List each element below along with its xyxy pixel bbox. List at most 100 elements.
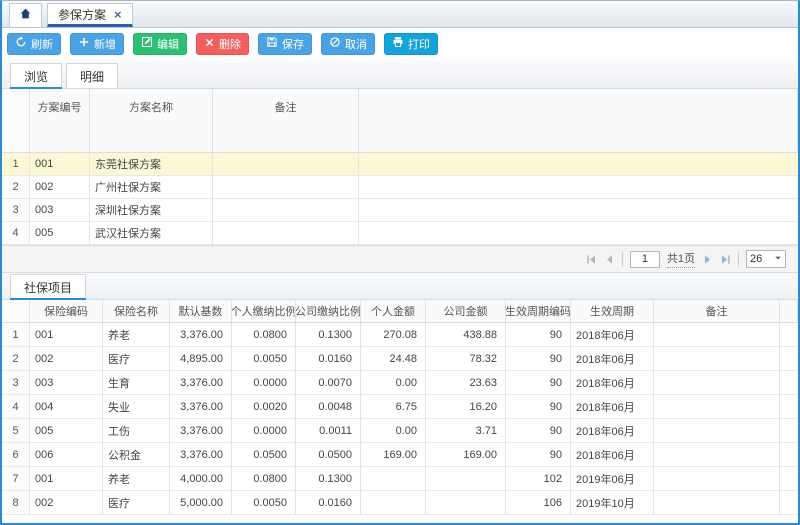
period-cell[interactable]: 2018年06月 bbox=[571, 323, 654, 346]
personal-ratio-cell[interactable]: 0.0500 bbox=[232, 443, 296, 466]
plan-table-row[interactable]: 1001东莞社保方案 bbox=[2, 153, 798, 176]
items-table-row[interactable]: 6006公积金3,376.000.05000.0500169.00169.009… bbox=[2, 443, 798, 467]
default-base-cell[interactable]: 3,376.00 bbox=[170, 419, 232, 442]
company-amount-cell[interactable]: 3.71 bbox=[426, 419, 506, 442]
period-cell[interactable]: 2018年06月 bbox=[571, 395, 654, 418]
cancel-button[interactable]: 取消 bbox=[321, 33, 375, 55]
remark-cell[interactable] bbox=[654, 323, 780, 346]
period-code-cell[interactable]: 90 bbox=[506, 443, 571, 466]
last-page-icon[interactable] bbox=[720, 254, 731, 265]
items-table-row[interactable]: 5005工伤3,376.000.00000.00110.003.71902018… bbox=[2, 419, 798, 443]
first-page-icon[interactable] bbox=[586, 254, 597, 265]
remark-cell[interactable] bbox=[654, 491, 780, 514]
company-ratio-cell[interactable]: 0.0011 bbox=[296, 419, 361, 442]
tab-detail[interactable]: 明细 bbox=[66, 63, 118, 88]
personal-amount-cell[interactable]: 169.00 bbox=[361, 443, 426, 466]
insurance-code-cell[interactable]: 002 bbox=[30, 347, 103, 370]
plan-name-cell[interactable]: 深圳社保方案 bbox=[90, 199, 213, 221]
period-code-cell[interactable]: 106 bbox=[506, 491, 571, 514]
default-base-cell[interactable]: 3,376.00 bbox=[170, 395, 232, 418]
page-size-select[interactable]: 26 bbox=[746, 250, 786, 268]
company-amount-cell[interactable] bbox=[426, 467, 506, 490]
plan-code-cell[interactable]: 001 bbox=[30, 153, 90, 175]
period-cell[interactable]: 2018年06月 bbox=[571, 347, 654, 370]
insurance-code-cell[interactable]: 003 bbox=[30, 371, 103, 394]
company-ratio-cell[interactable]: 0.0048 bbox=[296, 395, 361, 418]
period-code-cell[interactable]: 90 bbox=[506, 371, 571, 394]
insurance-name-cell[interactable]: 医疗 bbox=[103, 347, 170, 370]
personal-amount-cell[interactable]: 6.75 bbox=[361, 395, 426, 418]
remark-cell[interactable] bbox=[654, 395, 780, 418]
plan-name-cell[interactable]: 广州社保方案 bbox=[90, 176, 213, 198]
tab-insurance-plan[interactable]: 参保方案 × bbox=[47, 3, 133, 27]
default-base-cell[interactable]: 4,895.00 bbox=[170, 347, 232, 370]
company-amount-cell[interactable]: 23.63 bbox=[426, 371, 506, 394]
print-button[interactable]: 打印 bbox=[384, 33, 438, 55]
row-number-cell[interactable]: 3 bbox=[2, 371, 30, 394]
page-number-input[interactable] bbox=[630, 251, 660, 268]
personal-amount-cell[interactable] bbox=[361, 467, 426, 490]
plan-code-cell[interactable]: 005 bbox=[30, 222, 90, 244]
plan-code-cell[interactable]: 003 bbox=[30, 199, 90, 221]
insurance-code-cell[interactable]: 002 bbox=[30, 491, 103, 514]
default-base-cell[interactable]: 4,000.00 bbox=[170, 467, 232, 490]
items-table-row[interactable]: 8002医疗5,000.000.00500.0160 1062019年10月 bbox=[2, 491, 798, 515]
personal-ratio-cell[interactable]: 0.0020 bbox=[232, 395, 296, 418]
period-cell[interactable]: 2018年06月 bbox=[571, 443, 654, 466]
tab-social-insurance-items[interactable]: 社保项目 bbox=[10, 274, 86, 299]
company-ratio-cell[interactable]: 0.1300 bbox=[296, 467, 361, 490]
row-number-cell[interactable]: 5 bbox=[2, 419, 30, 442]
plan-remark-cell[interactable] bbox=[213, 153, 359, 175]
company-ratio-cell[interactable]: 0.0160 bbox=[296, 491, 361, 514]
items-table-row[interactable]: 3003生育3,376.000.00000.00700.0023.6390201… bbox=[2, 371, 798, 395]
save-button[interactable]: 保存 bbox=[258, 33, 312, 55]
refresh-button[interactable]: 刷新 bbox=[7, 33, 61, 55]
plan-table-row[interactable]: 3003深圳社保方案 bbox=[2, 199, 798, 222]
insurance-code-cell[interactable]: 001 bbox=[30, 323, 103, 346]
insurance-name-cell[interactable]: 失业 bbox=[103, 395, 170, 418]
row-number-cell[interactable]: 2 bbox=[2, 347, 30, 370]
delete-button[interactable]: 删除 bbox=[196, 33, 249, 55]
personal-ratio-cell[interactable]: 0.0050 bbox=[232, 491, 296, 514]
period-code-cell[interactable]: 90 bbox=[506, 347, 571, 370]
period-code-cell[interactable]: 90 bbox=[506, 395, 571, 418]
remark-cell[interactable] bbox=[654, 419, 780, 442]
period-code-cell[interactable]: 90 bbox=[506, 419, 571, 442]
period-cell[interactable]: 2018年06月 bbox=[571, 419, 654, 442]
company-ratio-cell[interactable]: 0.0070 bbox=[296, 371, 361, 394]
plan-code-cell[interactable]: 002 bbox=[30, 176, 90, 198]
next-page-icon[interactable] bbox=[702, 254, 713, 265]
insurance-code-cell[interactable]: 001 bbox=[30, 467, 103, 490]
row-number-cell[interactable]: 8 bbox=[2, 491, 30, 514]
row-number-cell[interactable]: 4 bbox=[2, 395, 30, 418]
personal-amount-cell[interactable]: 0.00 bbox=[361, 419, 426, 442]
plan-remark-cell[interactable] bbox=[213, 199, 359, 221]
company-ratio-cell[interactable]: 0.1300 bbox=[296, 323, 361, 346]
items-table-row[interactable]: 4004失业3,376.000.00200.00486.7516.2090201… bbox=[2, 395, 798, 419]
default-base-cell[interactable]: 5,000.00 bbox=[170, 491, 232, 514]
insurance-name-cell[interactable]: 工伤 bbox=[103, 419, 170, 442]
company-amount-cell[interactable]: 16.20 bbox=[426, 395, 506, 418]
period-code-cell[interactable]: 90 bbox=[506, 323, 571, 346]
remark-cell[interactable] bbox=[654, 347, 780, 370]
insurance-name-cell[interactable]: 公积金 bbox=[103, 443, 170, 466]
row-number-cell[interactable]: 3 bbox=[2, 199, 30, 221]
remark-cell[interactable] bbox=[654, 443, 780, 466]
plan-remark-cell[interactable] bbox=[213, 176, 359, 198]
plan-table-row[interactable]: 4005武汉社保方案 bbox=[2, 222, 798, 245]
personal-amount-cell[interactable]: 0.00 bbox=[361, 371, 426, 394]
tab-browse[interactable]: 浏览 bbox=[10, 63, 62, 88]
personal-amount-cell[interactable]: 270.08 bbox=[361, 323, 426, 346]
edit-button[interactable]: 编辑 bbox=[133, 33, 187, 55]
row-number-cell[interactable]: 4 bbox=[2, 222, 30, 244]
plan-remark-cell[interactable] bbox=[213, 222, 359, 244]
personal-amount-cell[interactable] bbox=[361, 491, 426, 514]
insurance-name-cell[interactable]: 医疗 bbox=[103, 491, 170, 514]
period-cell[interactable]: 2019年10月 bbox=[571, 491, 654, 514]
period-cell[interactable]: 2019年06月 bbox=[571, 467, 654, 490]
company-amount-cell[interactable]: 169.00 bbox=[426, 443, 506, 466]
personal-amount-cell[interactable]: 24.48 bbox=[361, 347, 426, 370]
row-number-cell[interactable]: 1 bbox=[2, 323, 30, 346]
plan-name-cell[interactable]: 武汉社保方案 bbox=[90, 222, 213, 244]
remark-cell[interactable] bbox=[654, 467, 780, 490]
